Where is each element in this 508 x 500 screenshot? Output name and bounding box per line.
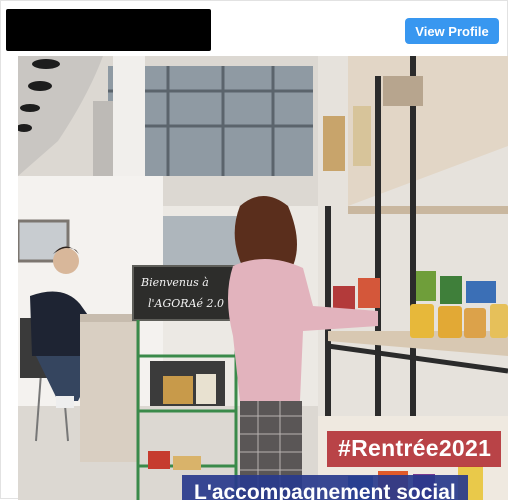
post-image[interactable]: Bienvenus à l'AGORAé 2.0 #Rentrée2021 L'… bbox=[18, 56, 508, 500]
redacted-account-name bbox=[6, 9, 211, 51]
chalkboard-text-line2: l'AGORAé 2.0 bbox=[148, 297, 224, 310]
chalkboard-text-line1: Bienvenus à bbox=[140, 276, 209, 289]
post-header: View Profile bbox=[1, 1, 508, 55]
post-card: View Profile Bienvenus à l'AGORAé 2.0 #R… bbox=[0, 0, 508, 500]
overlay-caption: L'accompagnement social bbox=[182, 475, 468, 500]
overlay-hashtag: #Rentrée2021 bbox=[327, 431, 502, 467]
view-profile-button[interactable]: View Profile bbox=[405, 18, 499, 44]
